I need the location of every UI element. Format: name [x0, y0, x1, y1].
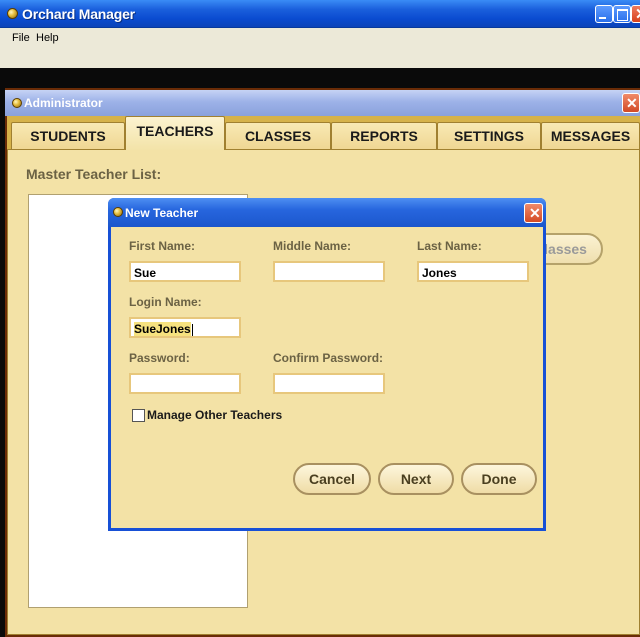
administrator-close-button[interactable]: ✕: [622, 93, 640, 113]
maximize-button[interactable]: [613, 5, 631, 23]
app-icon: [113, 207, 123, 217]
close-icon: ✕: [635, 5, 640, 23]
new-teacher-dialog: New Teacher ✕ First Name: Sue Middle Nam…: [108, 198, 546, 531]
login-name-value: SueJones: [134, 322, 191, 336]
minimize-button[interactable]: [595, 5, 613, 23]
cancel-button[interactable]: Cancel: [293, 463, 371, 495]
next-button[interactable]: Next: [378, 463, 454, 495]
administrator-title: Administrator: [24, 96, 103, 110]
middle-name-label: Middle Name:: [273, 239, 352, 253]
first-name-label: First Name:: [129, 239, 196, 253]
menu-file[interactable]: File: [12, 32, 30, 44]
middle-name-field[interactable]: [273, 261, 385, 282]
done-button[interactable]: Done: [461, 463, 537, 495]
text-caret: [191, 323, 193, 336]
app-icon: [12, 98, 22, 108]
dialog-title: New Teacher: [125, 206, 199, 220]
tab-strip: STUDENTS TEACHERS CLASSES REPORTS SETTIN…: [7, 116, 640, 150]
close-button[interactable]: ✕: [631, 5, 640, 23]
last-name-field[interactable]: Jones: [417, 261, 529, 282]
first-name-field[interactable]: Sue: [129, 261, 241, 282]
close-icon: ✕: [626, 95, 638, 111]
app-icon: [7, 8, 18, 19]
login-name-field[interactable]: SueJones: [129, 317, 241, 338]
tab-messages[interactable]: MESSAGES: [541, 122, 640, 150]
menubar: File Help: [0, 28, 640, 68]
login-name-label: Login Name:: [129, 295, 202, 309]
password-label: Password:: [129, 351, 190, 365]
password-field[interactable]: [129, 373, 241, 394]
tab-classes[interactable]: CLASSES: [225, 122, 331, 150]
title-bar[interactable]: Orchard Manager ✕: [0, 0, 640, 28]
tab-students[interactable]: STUDENTS: [11, 122, 125, 150]
menu-help[interactable]: Help: [36, 32, 59, 44]
dialog-close-button[interactable]: ✕: [524, 203, 543, 223]
dialog-body: First Name: Sue Middle Name: Last Name: …: [111, 227, 543, 528]
manage-other-teachers-checkbox[interactable]: [132, 409, 145, 422]
master-teacher-list-label: Master Teacher List:: [26, 166, 162, 182]
manage-other-teachers-label[interactable]: Manage Other Teachers: [147, 408, 282, 422]
tab-reports[interactable]: REPORTS: [331, 122, 437, 150]
dialog-title-bar[interactable]: New Teacher ✕: [108, 198, 546, 227]
tab-teachers[interactable]: TEACHERS: [125, 116, 225, 150]
window-title: Orchard Manager: [22, 6, 135, 22]
confirm-password-field[interactable]: [273, 373, 385, 394]
confirm-password-label: Confirm Password:: [273, 351, 384, 365]
close-icon: ✕: [529, 205, 541, 221]
tab-settings[interactable]: SETTINGS: [437, 122, 541, 150]
orchard-manager-window: Orchard Manager ✕ File Help Administrato…: [0, 0, 640, 637]
last-name-label: Last Name:: [417, 239, 482, 253]
administrator-title-bar[interactable]: Administrator ✕: [5, 90, 640, 116]
